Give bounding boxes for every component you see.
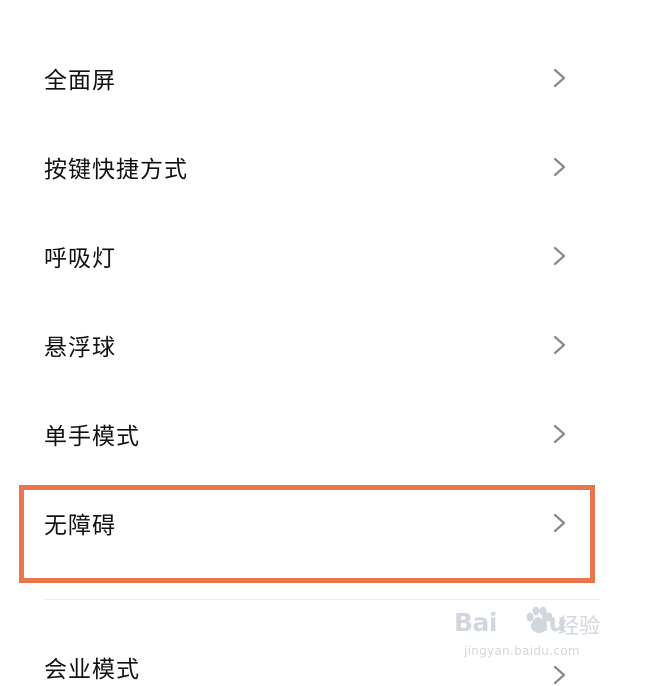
settings-item-label: 全面屏 bbox=[44, 67, 116, 94]
settings-item-floating-ball[interactable]: 悬浮球 bbox=[0, 300, 600, 389]
settings-item-full-screen[interactable]: 全面屏 bbox=[0, 33, 600, 122]
settings-item-label: 无障碍 bbox=[44, 512, 116, 539]
settings-item-partial[interactable]: 会业模式 bbox=[0, 600, 600, 685]
settings-item-label: 会业模式 bbox=[44, 657, 140, 683]
settings-item-label: 呼吸灯 bbox=[44, 245, 116, 272]
chevron-right-icon bbox=[548, 156, 570, 178]
settings-item-button-shortcuts[interactable]: 按键快捷方式 bbox=[0, 122, 600, 211]
settings-list: 全面屏 按键快捷方式 呼吸灯 悬浮球 单手模式 无障碍 会业模式 bbox=[0, 0, 652, 685]
chevron-right-icon bbox=[548, 67, 570, 89]
settings-item-label: 按键快捷方式 bbox=[44, 156, 188, 183]
chevron-right-icon bbox=[548, 512, 570, 534]
chevron-right-icon bbox=[548, 664, 570, 686]
settings-item-accessibility[interactable]: 无障碍 bbox=[0, 478, 600, 567]
settings-item-breathing-light[interactable]: 呼吸灯 bbox=[0, 211, 600, 300]
settings-item-label: 悬浮球 bbox=[44, 334, 116, 361]
chevron-right-icon bbox=[548, 423, 570, 445]
chevron-right-icon bbox=[548, 334, 570, 356]
settings-item-label: 单手模式 bbox=[44, 423, 140, 450]
settings-item-one-handed-mode[interactable]: 单手模式 bbox=[0, 389, 600, 478]
chevron-right-icon bbox=[548, 245, 570, 267]
